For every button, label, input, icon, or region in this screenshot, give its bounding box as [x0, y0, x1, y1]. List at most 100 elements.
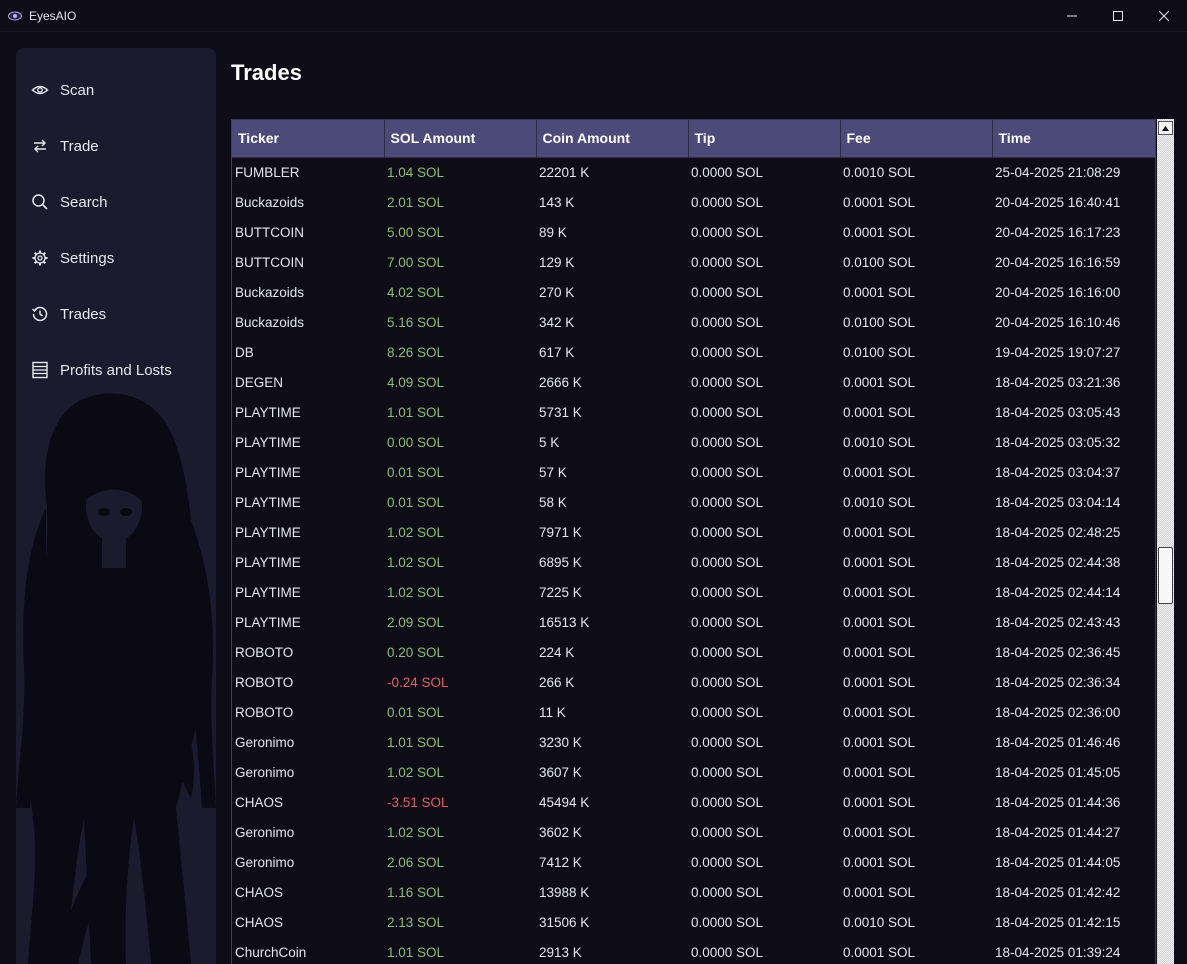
cell-sol-amount: 8.26 SOL	[387, 344, 445, 360]
table-scrollbar[interactable]	[1157, 119, 1174, 964]
cell-ticker: Geronimo	[235, 854, 295, 870]
close-icon	[1159, 11, 1169, 21]
table-row[interactable]: BUTTCOIN 5.00 SOL 89 K 0.0000 SOL 0.0001 SOL…	[232, 217, 1155, 247]
table-row[interactable]: CHAOS 2.13 SOL 31506 K 0.0000 SOL 0.0010 SOL…	[232, 907, 1155, 937]
column-header-fee[interactable]: Fee	[840, 120, 993, 158]
table-row[interactable]: DEGEN 4.09 SOL 2666 K 0.0000 SOL 0.0001 SOL 1…	[232, 367, 1155, 397]
table-row[interactable]: CHAOS -3.51 SOL 45494 K 0.0000 SOL 0.0001 SO…	[232, 787, 1155, 817]
scroll-up-button[interactable]	[1158, 121, 1173, 135]
cell-tip: 0.0000 SOL	[691, 524, 764, 540]
cell-time: 18-04-2025 02:36:45	[995, 644, 1121, 660]
cell-ticker: PLAYTIME	[235, 614, 301, 630]
table-row[interactable]: Buckazoids 2.01 SOL 143 K 0.0000 SOL 0.0001 …	[232, 187, 1155, 217]
cell-time: 18-04-2025 01:42:15	[995, 914, 1121, 930]
cell-time: 19-04-2025 19:07:27	[995, 344, 1121, 360]
cell-tip: 0.0000 SOL	[691, 284, 764, 300]
table-row[interactable]: PLAYTIME 2.09 SOL 16513 K 0.0000 SOL 0.0001 …	[232, 607, 1155, 637]
cell-tip: 0.0000 SOL	[691, 914, 764, 930]
maximize-button[interactable]	[1095, 0, 1141, 32]
cell-fee: 0.0001 SOL	[843, 584, 916, 600]
table-row[interactable]: PLAYTIME 0.01 SOL 57 K 0.0000 SOL 0.0001 SOL…	[232, 457, 1155, 487]
cell-time: 20-04-2025 16:10:46	[995, 314, 1121, 330]
cell-tip: 0.0000 SOL	[691, 644, 764, 660]
cell-ticker: ROBOTO	[235, 644, 294, 660]
cell-tip: 0.0000 SOL	[691, 794, 764, 810]
cell-tip: 0.0000 SOL	[691, 704, 764, 720]
cell-coin-amount: 5 K	[539, 434, 560, 450]
table-row[interactable]: PLAYTIME 0.00 SOL 5 K 0.0000 SOL 0.0010 SOL 1…	[232, 427, 1155, 457]
title-bar: EyesAIO	[0, 0, 1187, 32]
cell-time: 18-04-2025 03:05:32	[995, 434, 1121, 450]
close-button[interactable]	[1141, 0, 1187, 32]
cell-fee: 0.0001 SOL	[843, 794, 916, 810]
cell-fee: 0.0001 SOL	[843, 404, 916, 420]
table-row[interactable]: ROBOTO -0.24 SOL 266 K 0.0000 SOL 0.0001 SOL…	[232, 667, 1155, 697]
cell-sol-amount: 1.02 SOL	[387, 584, 445, 600]
cell-ticker: BUTTCOIN	[235, 254, 304, 270]
cell-sol-amount: 1.04 SOL	[387, 164, 445, 180]
sidebar-item-trade[interactable]: Trade	[16, 126, 216, 166]
table-row[interactable]: PLAYTIME 1.02 SOL 7971 K 0.0000 SOL 0.0001 S…	[232, 517, 1155, 547]
cell-sol-amount: 1.01 SOL	[387, 404, 445, 420]
cell-fee: 0.0100 SOL	[843, 344, 916, 360]
sidebar-item-scan[interactable]: Scan	[16, 70, 216, 110]
cell-coin-amount: 3230 K	[539, 734, 582, 750]
cell-ticker: DEGEN	[235, 374, 284, 390]
column-header-tip[interactable]: Tip	[688, 120, 841, 158]
character-silhouette-image	[16, 393, 216, 964]
cell-coin-amount: 11 K	[539, 704, 566, 720]
cell-fee: 0.0001 SOL	[843, 854, 916, 870]
table-row[interactable]: ChurchCoin 1.01 SOL 2913 K 0.0000 SOL 0.0001…	[232, 937, 1155, 964]
table-row[interactable]: Geronimo 1.02 SOL 3607 K 0.0000 SOL 0.0001 S…	[232, 757, 1155, 787]
column-header-ticker[interactable]: Ticker	[232, 120, 385, 158]
sidebar-item-label: Trade	[60, 137, 99, 155]
cell-ticker: PLAYTIME	[235, 464, 301, 480]
table-row[interactable]: Buckazoids 4.02 SOL 270 K 0.0000 SOL 0.0001 …	[232, 277, 1155, 307]
table-row[interactable]: ROBOTO 0.20 SOL 224 K 0.0000 SOL 0.0001 SOL 1…	[232, 637, 1155, 667]
cell-ticker: FUMBLER	[235, 164, 300, 180]
cell-sol-amount: 2.13 SOL	[387, 914, 445, 930]
cell-coin-amount: 3607 K	[539, 764, 582, 780]
cell-ticker: BUTTCOIN	[235, 224, 304, 240]
cell-sol-amount: 1.02 SOL	[387, 824, 445, 840]
cell-time: 18-04-2025 02:36:00	[995, 704, 1121, 720]
cell-coin-amount: 342 K	[539, 314, 575, 330]
sidebar-item-label: Settings	[60, 249, 115, 267]
cell-ticker: PLAYTIME	[235, 584, 301, 600]
cell-sol-amount: 5.16 SOL	[387, 314, 445, 330]
table-row[interactable]: ROBOTO 0.01 SOL 11 K 0.0000 SOL 0.0001 SOL 18…	[232, 697, 1155, 727]
table-row[interactable]: FUMBLER 1.04 SOL 22201 K 0.0000 SOL 0.0010 S…	[232, 157, 1155, 187]
table-row[interactable]: Geronimo 1.01 SOL 3230 K 0.0000 SOL 0.0001 S…	[232, 727, 1155, 757]
table-row[interactable]: Geronimo 2.06 SOL 7412 K 0.0000 SOL 0.0001 S…	[232, 847, 1155, 877]
cell-ticker: Buckazoids	[235, 284, 305, 300]
cell-ticker: PLAYTIME	[235, 434, 301, 450]
table-row[interactable]: Geronimo 1.02 SOL 3602 K 0.0000 SOL 0.0001 S…	[232, 817, 1155, 847]
table-row[interactable]: PLAYTIME 0.01 SOL 58 K 0.0000 SOL 0.0010 SOL…	[232, 487, 1155, 517]
sidebar-item-search[interactable]: Search	[16, 182, 216, 222]
sidebar-item-trades[interactable]: Trades	[16, 294, 216, 334]
sidebar-item-profits-and-losts[interactable]: Profits and Losts	[16, 350, 216, 390]
column-header-coin-amount[interactable]: Coin Amount	[536, 120, 689, 158]
table-row[interactable]: PLAYTIME 1.02 SOL 6895 K 0.0000 SOL 0.0001 S…	[232, 547, 1155, 577]
scroll-thumb[interactable]	[1158, 547, 1173, 604]
cell-sol-amount: 1.16 SOL	[387, 884, 445, 900]
cell-ticker: PLAYTIME	[235, 494, 301, 510]
table-row[interactable]: PLAYTIME 1.01 SOL 5731 K 0.0000 SOL 0.0001 S…	[232, 397, 1155, 427]
cell-sol-amount: 5.00 SOL	[387, 224, 445, 240]
cell-fee: 0.0001 SOL	[843, 674, 916, 690]
table-row[interactable]: PLAYTIME 1.02 SOL 7225 K 0.0000 SOL 0.0001 S…	[232, 577, 1155, 607]
table-row[interactable]: DB 8.26 SOL 617 K 0.0000 SOL 0.0100 SOL 19-04…	[232, 337, 1155, 367]
cell-fee: 0.0001 SOL	[843, 704, 916, 720]
table-row[interactable]: Buckazoids 5.16 SOL 342 K 0.0000 SOL 0.0100 …	[232, 307, 1155, 337]
cell-coin-amount: 5731 K	[539, 404, 582, 420]
table-row[interactable]: CHAOS 1.16 SOL 13988 K 0.0000 SOL 0.0001 SOL…	[232, 877, 1155, 907]
cell-coin-amount: 6895 K	[539, 554, 582, 570]
column-header-time[interactable]: Time	[992, 120, 1155, 158]
minimize-button[interactable]	[1049, 0, 1095, 32]
cell-coin-amount: 58 K	[539, 494, 567, 510]
sidebar-item-settings[interactable]: Settings	[16, 238, 216, 278]
table-row[interactable]: BUTTCOIN 7.00 SOL 129 K 0.0000 SOL 0.0100 SO…	[232, 247, 1155, 277]
column-header-sol-amount[interactable]: SOL Amount	[384, 120, 537, 158]
cell-fee: 0.0001 SOL	[843, 284, 916, 300]
cell-fee: 0.0010 SOL	[843, 494, 916, 510]
